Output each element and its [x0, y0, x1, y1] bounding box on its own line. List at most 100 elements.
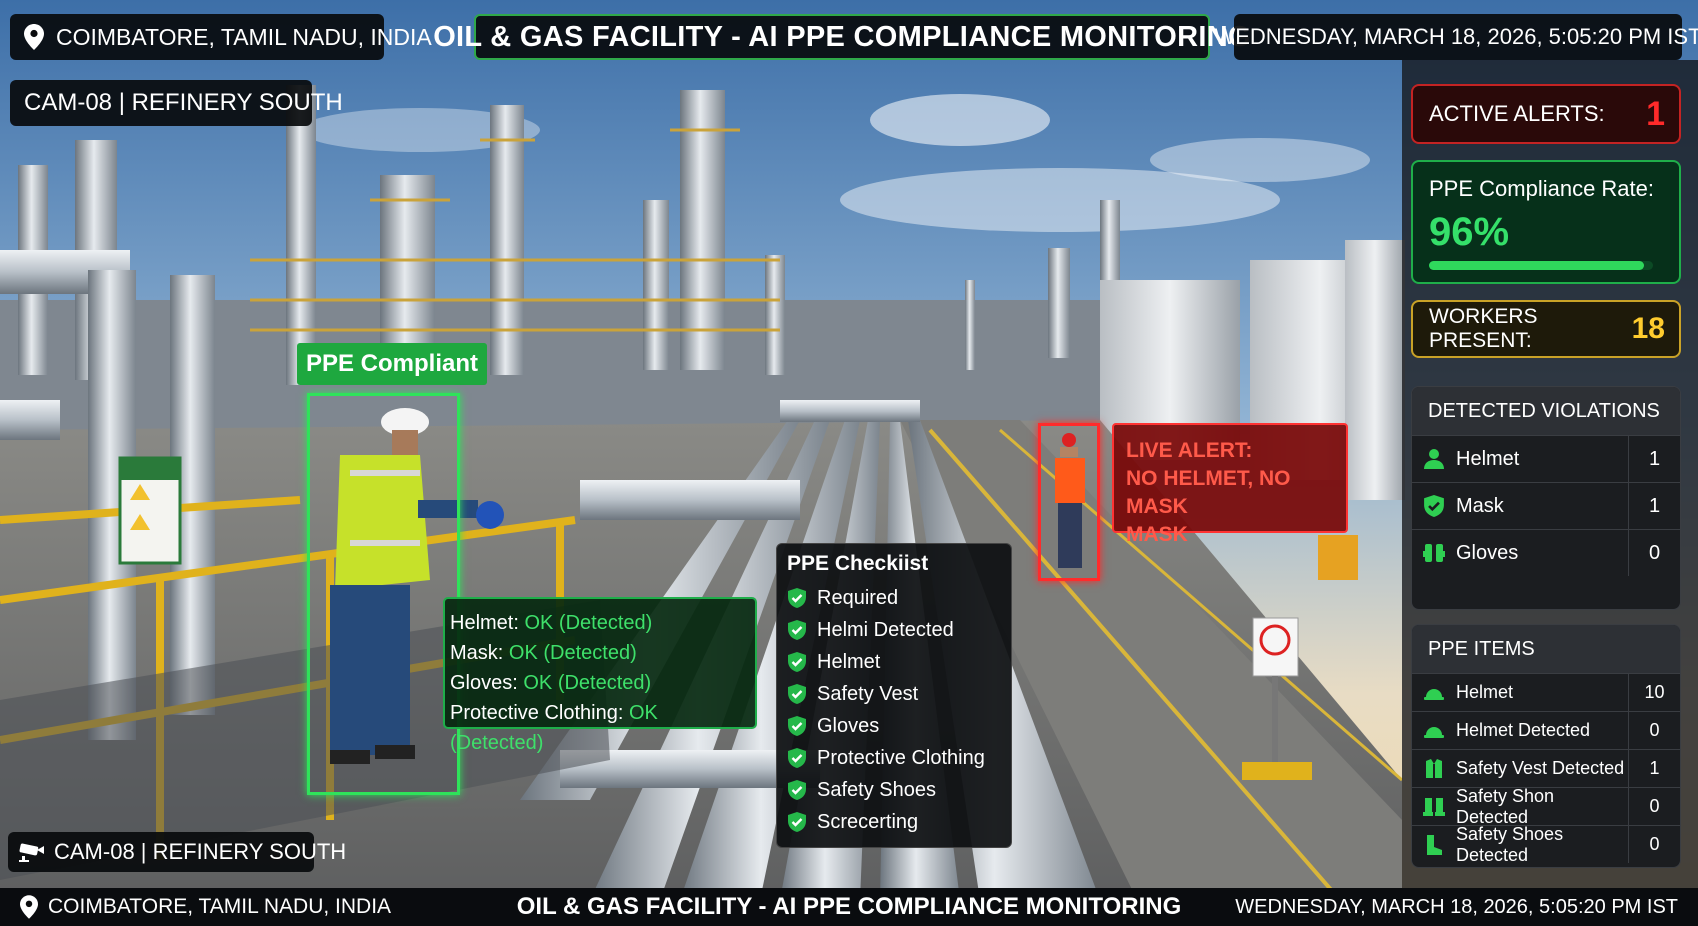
violations-rows: Helmet 1 Mask 1 Gloves 0: [1412, 435, 1680, 576]
detection-value: OK (Detected): [508, 642, 637, 664]
row-label: Safety Vest Detected: [1456, 758, 1625, 778]
table-row[interactable]: Helmet 10: [1412, 673, 1680, 711]
page-title: OIL & GAS FACILITY - AI PPE COMPLIANCE M…: [433, 14, 1251, 60]
footer-location-text: COIMBATORE, TAMIL NADU, INDIA: [48, 895, 392, 918]
table-row[interactable]: Gloves 0: [1412, 529, 1680, 576]
ppe-checklist: PPE Checkiist Required Helmi Detected Helm…: [776, 543, 1012, 848]
table-row[interactable]: Helmet Detected 0: [1412, 711, 1680, 749]
compliance-rate-value: 96%: [1429, 210, 1510, 254]
cctv-camera-icon: [19, 843, 44, 862]
detection-row: Protective Clothing: OK (Detected): [450, 698, 750, 758]
compliant-detection-box[interactable]: [307, 393, 460, 795]
live-alert-title: LIVE ALERT:: [1126, 439, 1253, 462]
helmet-icon: [1424, 726, 1444, 738]
active-alerts-card[interactable]: ACTIVE ALERTS: 1: [1411, 84, 1681, 144]
detection-value: OK (Detected): [523, 672, 652, 694]
row-count: 0: [1628, 530, 1680, 576]
checklist-item-label: Helmi Detected: [817, 618, 954, 641]
check-shield-icon: [788, 780, 806, 800]
detection-key: Mask:: [450, 642, 504, 664]
live-alert-message: NO HELMET, NO MASK: [1126, 467, 1291, 518]
row-count: 1: [1628, 750, 1680, 787]
map-pin-icon: [24, 24, 44, 50]
table-row[interactable]: Safety Shoes Detected 0: [1412, 823, 1680, 865]
workers-present-label: WORKERS PRESENT:: [1429, 305, 1538, 352]
detection-details: Helmet: OK (Detected) Mask: OK (Detected…: [443, 597, 757, 754]
camera-label-bottom: CAM-08 | REFINERY SOUTH: [8, 832, 346, 872]
detection-key: Gloves:: [450, 672, 518, 694]
row-count: 0: [1628, 788, 1680, 825]
footer-location: COIMBATORE, TAMIL NADU, INDIA: [20, 895, 391, 919]
checklist-item: Protective Clothing: [787, 742, 1001, 774]
vest-icon: [1426, 758, 1442, 778]
checklist-title: PPE Checkiist: [787, 552, 929, 575]
violations-table: DETECTED VIOLATIONS Helmet 1 Mask 1 Gloves 0: [1411, 386, 1681, 610]
detection-key: Helmet:: [450, 612, 519, 634]
row-label: Helmet: [1456, 447, 1520, 470]
footer-bar: COIMBATORE, TAMIL NADU, INDIA OIL & GAS …: [0, 888, 1698, 926]
checklist-item-label: Safety Vest: [817, 682, 919, 705]
checklist-item: Helmi Detected: [787, 614, 1001, 646]
check-shield-icon: [788, 652, 806, 672]
check-shield-icon: [788, 684, 806, 704]
ppe-items-title: PPE ITEMS: [1412, 625, 1680, 673]
row-count: 1: [1628, 483, 1680, 529]
workers-present-value: 18: [1631, 312, 1665, 345]
checklist-item-label: Screcerting: [817, 810, 919, 833]
check-shield-icon: [788, 748, 806, 768]
location-label: COIMBATORE, TAMIL NADU, INDIA: [10, 14, 432, 60]
shoes-icon: [1423, 797, 1445, 816]
row-count: 1: [1628, 436, 1680, 482]
person-icon: [1424, 449, 1444, 469]
footer-datetime: WEDNESDAY, MARCH 18, 2026, 5:05:20 PM IS…: [1235, 895, 1678, 918]
detection-key: Protective Clothing:: [450, 702, 624, 724]
ppe-items-rows: Helmet 10 Helmet Detected 0 Safety Vest Dete…: [1412, 673, 1680, 865]
check-shield-icon: [788, 716, 806, 736]
checklist-item-label: Safety Shoes: [817, 778, 936, 801]
row-count: 0: [1628, 712, 1680, 749]
compliance-rate-label: PPE Compliance Rate:: [1429, 176, 1654, 201]
detection-value: OK (Detected): [524, 612, 653, 634]
compliance-progress-bar: [1429, 261, 1653, 270]
row-label: Safety Shoes Detected: [1456, 823, 1564, 865]
compliance-rate-card: PPE Compliance Rate: 96%: [1411, 160, 1681, 284]
map-pin-icon: [20, 895, 38, 919]
row-label: Helmet Detected: [1456, 720, 1591, 740]
detection-row: Mask: OK (Detected): [450, 638, 750, 668]
violations-title: DETECTED VIOLATIONS: [1412, 387, 1680, 435]
row-label: Helmet: [1456, 682, 1514, 702]
camera-text-bottom: CAM-08 | REFINERY SOUTH: [54, 839, 347, 864]
row-label: Mask: [1456, 494, 1504, 517]
compliant-badge: PPE Compliant: [297, 343, 487, 385]
active-alerts-label: ACTIVE ALERTS:: [1429, 101, 1605, 126]
table-row[interactable]: Helmet 1: [1412, 435, 1680, 482]
checklist-item: Required: [787, 582, 1001, 614]
table-row[interactable]: Safety Shon Detected 0: [1412, 785, 1680, 827]
row-label: Safety Shon Detected: [1456, 785, 1555, 827]
check-shield-icon: [788, 588, 806, 608]
helmet-icon: [1424, 688, 1444, 700]
row-count: 0: [1628, 826, 1680, 863]
compliance-progress-fill: [1429, 261, 1645, 270]
datetime-label: WEDNESDAY, MARCH 18, 2026, 5:05:20 PM IS…: [1214, 14, 1698, 60]
checklist-items: Required Helmi Detected Helmet Safety Vest G…: [787, 582, 1001, 838]
table-row[interactable]: Mask 1: [1412, 482, 1680, 529]
gloves-icon: [1423, 544, 1445, 562]
row-count: 10: [1628, 674, 1680, 711]
live-alert-message-extra: MASK: [1126, 523, 1188, 546]
checklist-item-label: Required: [817, 586, 899, 609]
violation-detection-box[interactable]: [1038, 423, 1100, 581]
live-alert-box[interactable]: LIVE ALERT: NO HELMET, NO MASK MASK: [1112, 423, 1348, 546]
checklist-item-label: Protective Clothing: [817, 746, 985, 769]
camera-label: CAM-08 | REFINERY SOUTH: [10, 80, 343, 126]
checklist-item: Safety Shoes: [787, 774, 1001, 806]
check-shield-icon: [788, 812, 806, 832]
table-row[interactable]: Safety Vest Detected 1: [1412, 749, 1680, 787]
checklist-item: Screcerting: [787, 806, 1001, 838]
detection-row: Helmet: OK (Detected): [450, 608, 750, 638]
checklist-item: Helmet: [787, 646, 1001, 678]
checklist-item: Safety Vest: [787, 678, 1001, 710]
ppe-items-table: PPE ITEMS Helmet 10 Helmet Detected 0 Safety…: [1411, 624, 1681, 868]
active-alerts-value: 1: [1646, 94, 1665, 133]
checklist-item-label: Helmet: [817, 650, 881, 673]
